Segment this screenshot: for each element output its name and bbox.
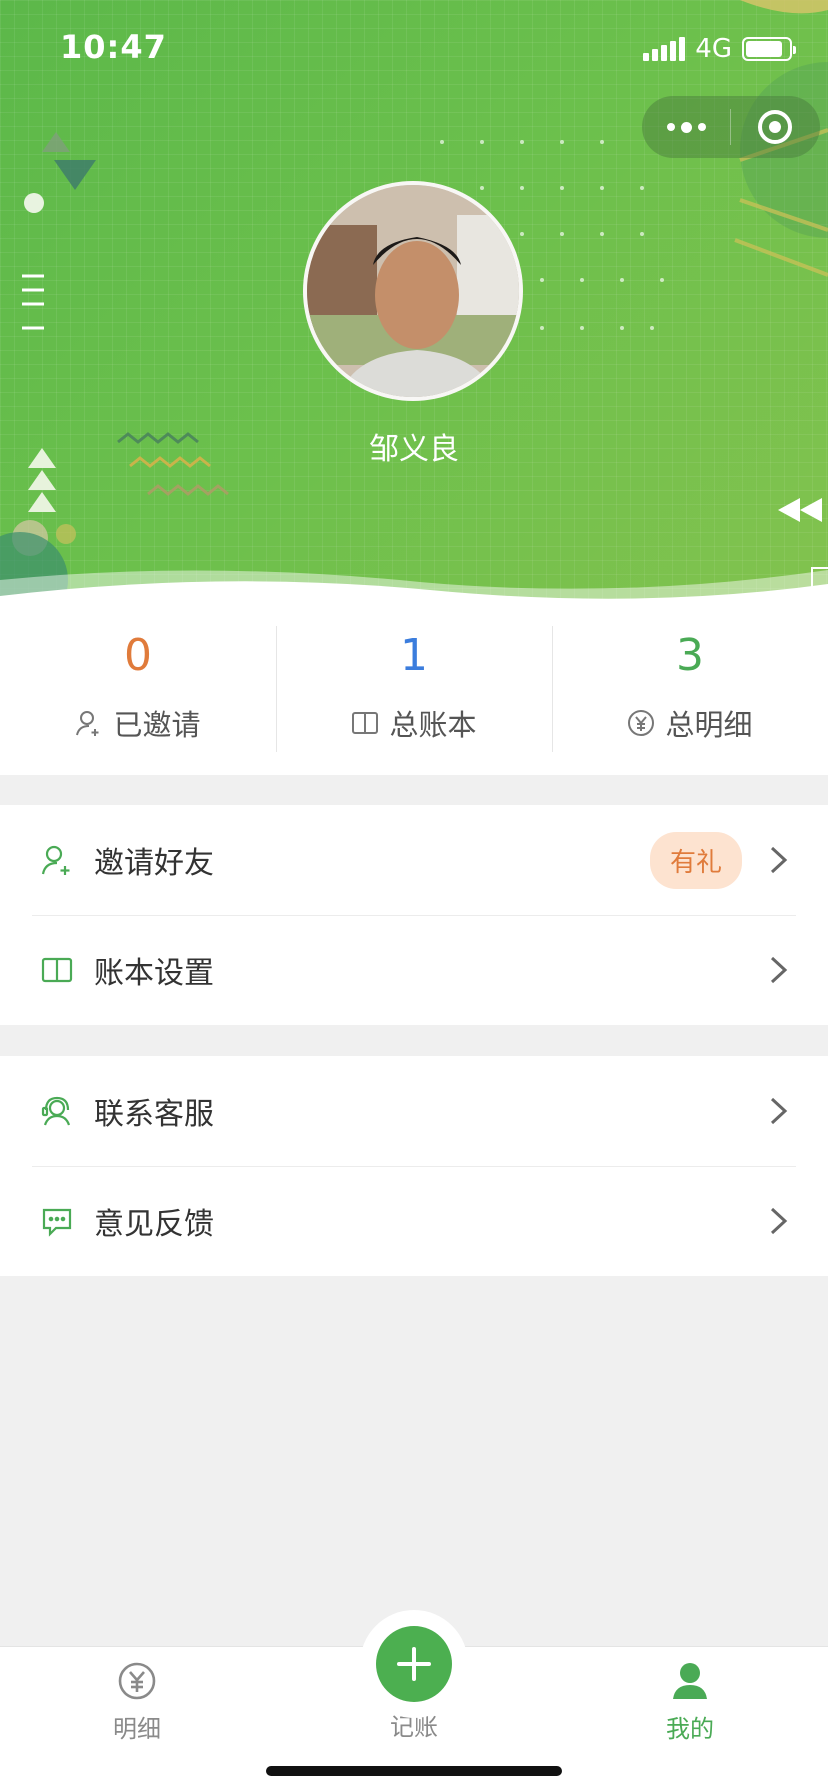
stat-books-value: 1 — [400, 630, 428, 681]
stat-details-value: 3 — [676, 630, 704, 681]
gift-badge: 有礼 — [649, 831, 742, 889]
battery-icon — [742, 37, 796, 61]
tab-mine-label: 我的 — [666, 1715, 714, 1743]
menu-invite-friends-label: 邀请好友 — [94, 846, 214, 881]
stats-panel: 0 已邀请 1 总账本 3 总明细 — [0, 600, 828, 775]
close-target-icon[interactable] — [731, 96, 819, 158]
person-icon — [673, 1663, 707, 1699]
tab-details-label: 明细 — [113, 1715, 161, 1743]
more-icon[interactable] — [642, 96, 730, 158]
menu-invite-friends[interactable]: 邀请好友 有礼 — [0, 805, 828, 915]
miniprogram-capsule — [642, 96, 820, 158]
network-label: 4G — [695, 34, 732, 64]
status-time: 10:47 — [60, 28, 167, 66]
stat-invited-label: 已邀请 — [113, 708, 201, 742]
stat-details-label: 总明细 — [665, 708, 753, 742]
signal-icon — [643, 37, 686, 61]
stat-invited[interactable]: 0 已邀请 — [0, 600, 276, 775]
menu-group-1: 邀请好友 有礼 账本设置 — [0, 805, 828, 1025]
message-icon — [42, 1208, 72, 1237]
menu-feedback[interactable]: 意见反馈 — [0, 1166, 828, 1276]
chevron-right-icon — [770, 956, 788, 984]
stat-books-label: 总账本 — [389, 708, 477, 742]
tab-details[interactable]: 明细 — [67, 1661, 207, 1744]
user-plus-icon — [41, 845, 70, 875]
menu-contact-support[interactable]: 联系客服 — [0, 1056, 828, 1166]
record-fab[interactable] — [360, 1610, 468, 1718]
status-indicators: 4G — [643, 34, 796, 64]
menu-book-settings-label: 账本设置 — [94, 956, 214, 991]
book-icon — [41, 957, 73, 983]
menu-book-settings[interactable]: 账本设置 — [0, 915, 828, 1025]
yen-circle-icon — [628, 710, 655, 736]
menu-contact-support-label: 联系客服 — [94, 1097, 214, 1132]
stat-books[interactable]: 1 总账本 — [276, 600, 552, 775]
user-plus-icon — [76, 711, 99, 736]
chevron-right-icon — [770, 1097, 788, 1125]
username: 邹义良 — [369, 432, 459, 467]
profile-header: 10:47 4G 邹义良 — [0, 0, 828, 600]
book-icon — [352, 712, 379, 734]
chevron-right-icon — [770, 846, 788, 874]
menu-feedback-label: 意见反馈 — [94, 1207, 214, 1242]
chevron-right-icon — [770, 1207, 788, 1235]
headset-icon — [41, 1096, 71, 1126]
stat-details[interactable]: 3 总明细 — [552, 600, 828, 775]
stat-invited-value: 0 — [124, 630, 152, 681]
home-indicator — [266, 1766, 562, 1776]
menu-group-2: 联系客服 意见反馈 — [0, 1056, 828, 1276]
plus-icon — [397, 1647, 431, 1681]
yen-circle-icon — [118, 1662, 156, 1700]
avatar[interactable] — [303, 181, 523, 401]
header-wave — [0, 570, 828, 600]
tab-mine[interactable]: 我的 — [620, 1661, 760, 1744]
